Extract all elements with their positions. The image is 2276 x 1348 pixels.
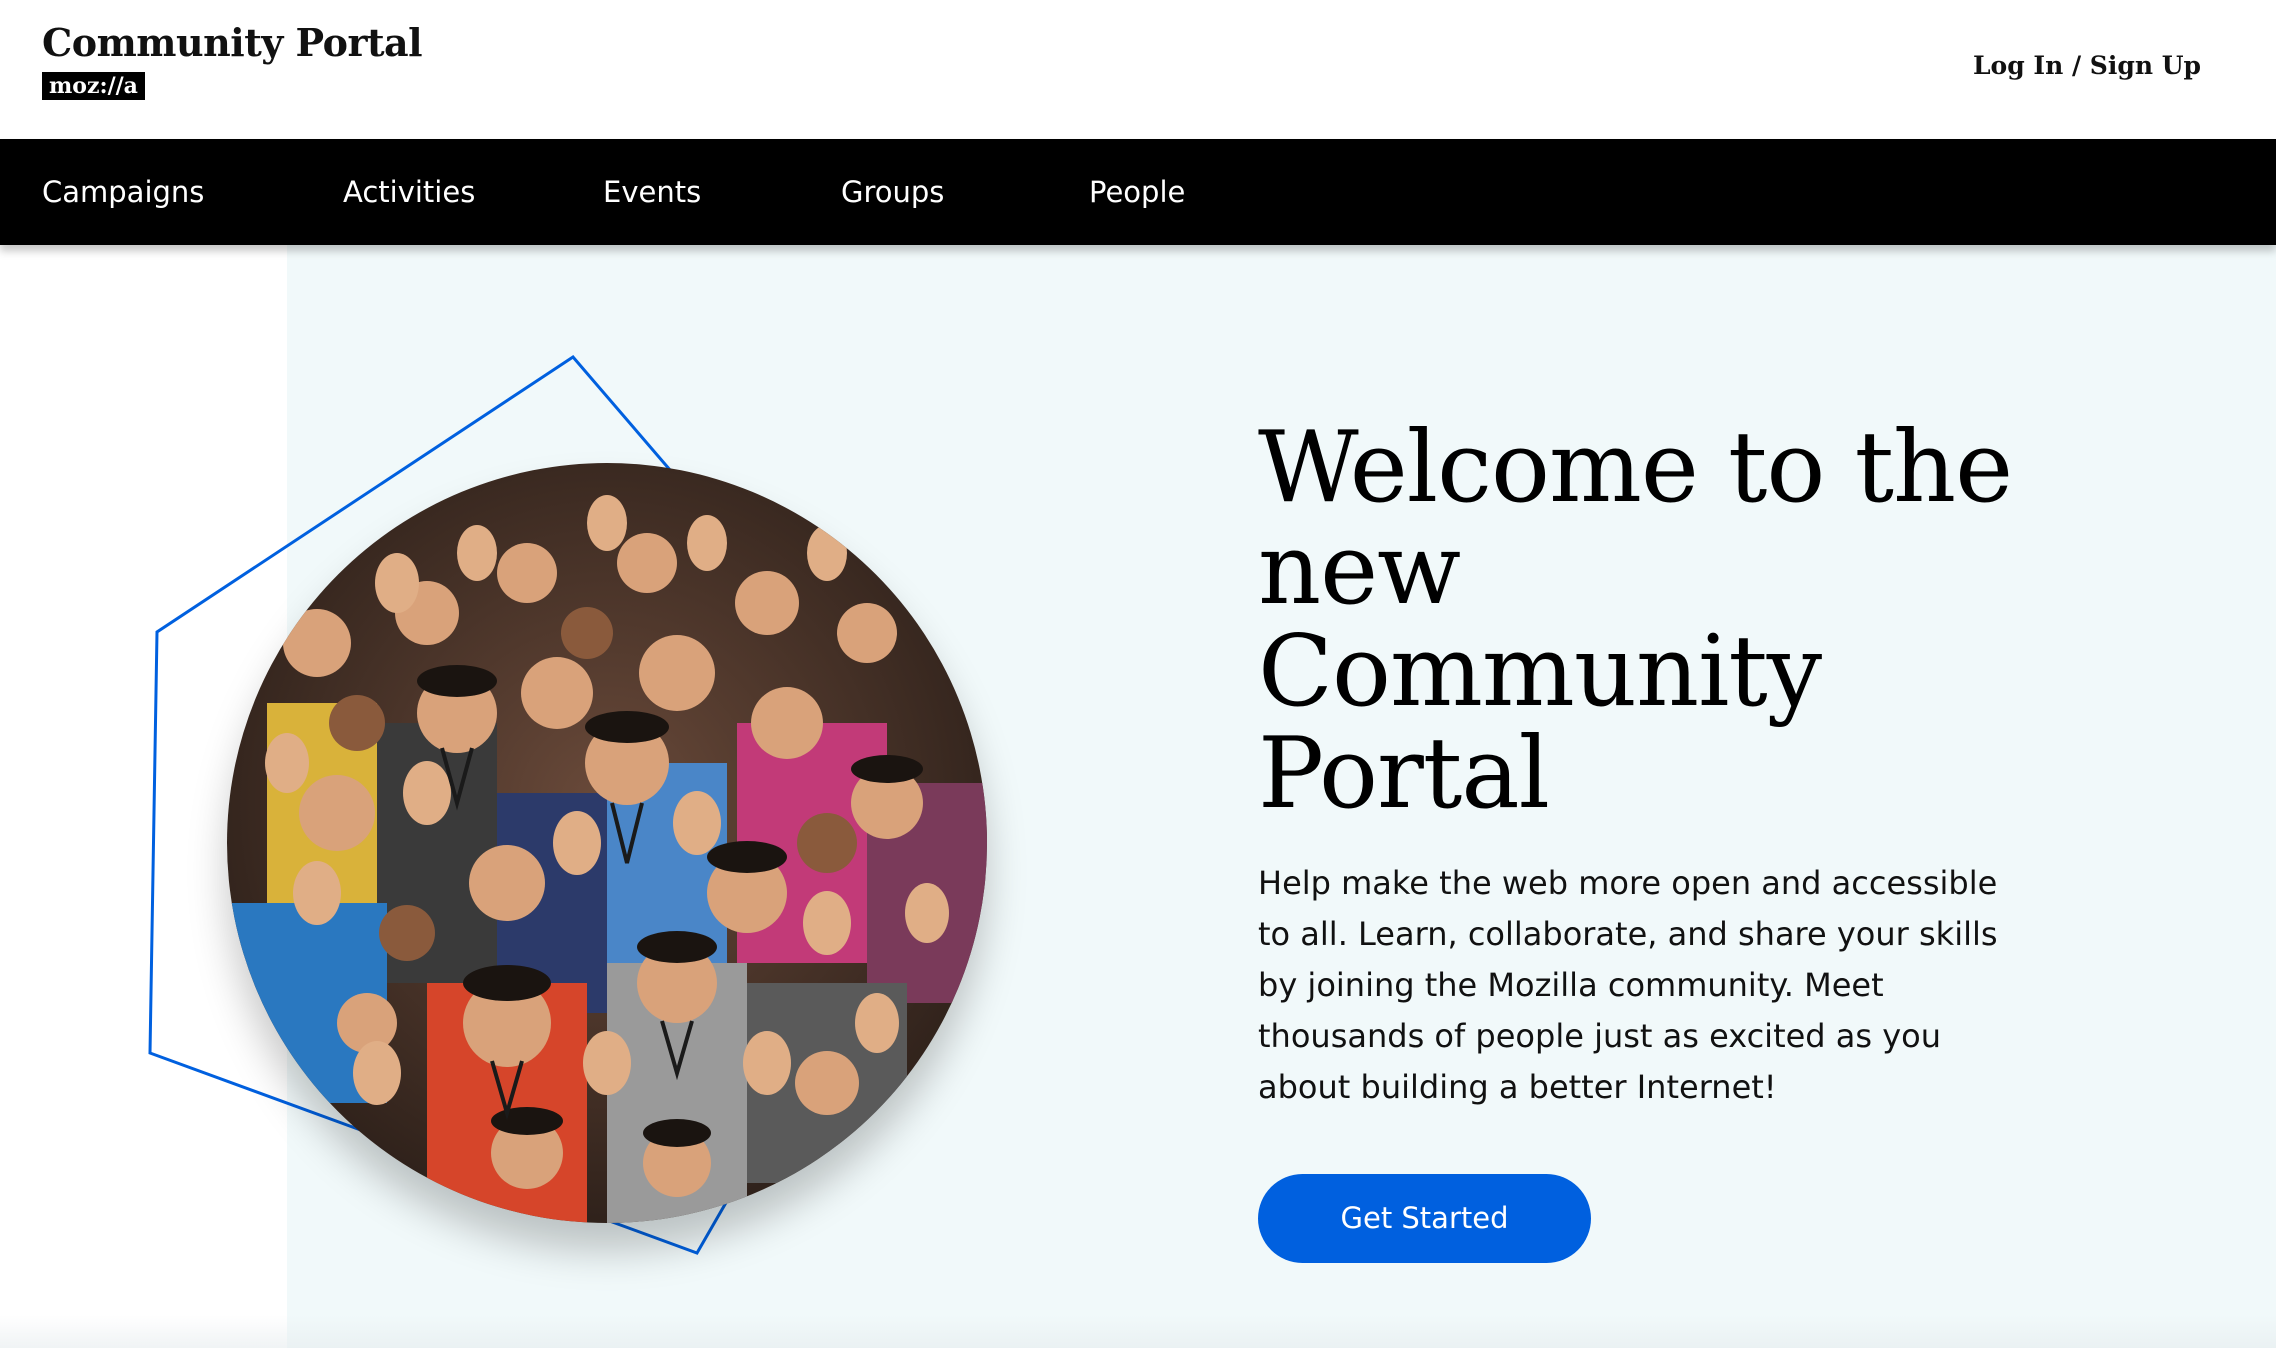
hero-description: Help make the web more open and accessib… [1258, 864, 1998, 1106]
site-header: Community Portal moz://a Log In / Sign U… [0, 0, 2276, 139]
hero-bottom-shadow [0, 1315, 2276, 1348]
nav-item-events[interactable]: Events [603, 139, 701, 245]
nav-item-activities[interactable]: Activities [343, 139, 475, 245]
main-navigation: Campaigns Activities Events Groups Peopl… [0, 139, 2276, 245]
get-started-button[interactable]: Get Started [1258, 1174, 1591, 1263]
site-title: Community Portal [42, 20, 423, 65]
login-signup-link[interactable]: Log In / Sign Up [1973, 49, 2201, 83]
nav-item-people[interactable]: People [1089, 139, 1185, 245]
community-crowd-photo [227, 463, 987, 1223]
hero-title: Welcome to the new Community Portal [1258, 411, 2013, 831]
crowd-photo-illustration [227, 463, 987, 1223]
nav-item-campaigns[interactable]: Campaigns [42, 139, 204, 245]
site-brand-link[interactable]: Community Portal moz://a [42, 20, 423, 100]
nav-item-groups[interactable]: Groups [841, 139, 944, 245]
hero-section: Welcome to the new Community Portal Help… [0, 245, 2276, 1348]
mozilla-logo: moz://a [42, 72, 145, 100]
